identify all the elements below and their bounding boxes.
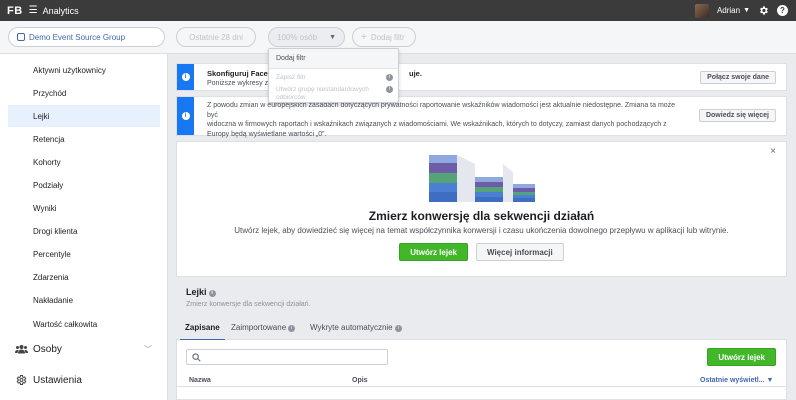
connect-banner-title-end: uje. [409, 69, 422, 78]
funnel-promo-card: × Zmierz konwersję dla sekwencji działań… [176, 141, 787, 277]
funnels-title-text: Lejki [186, 287, 207, 297]
sidebar-section-label: Ustawienia [33, 374, 82, 386]
sidebar-item-retention[interactable]: Retencja [8, 128, 160, 150]
chevron-down-icon[interactable]: ▼ [743, 7, 750, 14]
tab-auto-detected[interactable]: Wykryte automatycznie i [310, 323, 402, 332]
connect-banner-title-start: Skonfiguruj Facebo [207, 69, 278, 78]
dropdown-item-custom-audience[interactable]: Utwórz grupę niestandardowych odbiorców … [276, 86, 393, 102]
settings-gear-svg [16, 375, 27, 385]
gear-icon-svg [760, 6, 768, 15]
info-icon[interactable]: i [208, 290, 216, 297]
main-content: i Skonfiguruj Facebo uje. Poniższe wykre… [168, 54, 796, 400]
info-icon: i [181, 73, 190, 81]
menu-icon[interactable]: ☰ [29, 5, 38, 16]
info-icon: i [288, 325, 296, 332]
close-icon[interactable]: × [770, 146, 776, 157]
add-filter-label: Dodaj filtr [370, 32, 405, 42]
sort-down-icon: ▼ [766, 377, 774, 384]
funnel-illustration [429, 155, 535, 202]
users-percent-label: 100% osób [277, 32, 318, 42]
funnels-section-title: Lejki i [186, 287, 216, 297]
avatar[interactable] [694, 3, 709, 18]
promo-description: Utwórz lejek, aby dowiedzieć się więcej … [234, 226, 729, 235]
privacy-notice-text: Z powodu zmian w europejskich zasadach d… [207, 101, 677, 139]
chevron-down-icon: ﹀ [144, 344, 152, 354]
more-info-button[interactable]: Więcej informacji [475, 243, 564, 261]
people-icon [14, 344, 28, 354]
user-name[interactable]: Adrian [717, 6, 740, 15]
dropdown-item-label: Zapisz filtr [276, 74, 306, 81]
sidebar-item-lifetime-value[interactable]: Wartość całkowita [8, 313, 160, 335]
people-icon-svg [14, 345, 28, 354]
plus-icon: + [361, 31, 367, 43]
create-funnel-table-button[interactable]: Utwórz lejek [707, 348, 776, 366]
column-description[interactable]: Opis [352, 377, 368, 384]
gear-icon[interactable] [758, 5, 769, 16]
promo-title: Zmierz konwersję dla sekwencji działań [368, 209, 595, 223]
search-box [186, 349, 388, 365]
event-source-group-label: Demo Event Source Group [29, 32, 126, 42]
tab-saved[interactable]: Zapisane [180, 323, 225, 341]
tab-imported[interactable]: Zaimportowane i [231, 323, 296, 332]
tab-auto-detected-label: Wykryte automatycznie [310, 323, 393, 332]
sidebar-section-settings[interactable]: Ustawienia [8, 369, 160, 391]
funnels-section-subtitle: Zmierz konwersje dla sekwencji działań. [186, 301, 311, 308]
sidebar-item-events[interactable]: Zdarzenia [8, 266, 160, 288]
info-icon: i [394, 325, 402, 332]
create-funnel-button[interactable]: Utwórz lejek [399, 243, 468, 261]
privacy-notice-line: Europy będą wyświetlane wartości „0”. [207, 130, 327, 138]
gear-icon [14, 374, 28, 386]
info-icon: i [386, 74, 393, 81]
sidebar-section-label: Osoby [33, 343, 62, 355]
sidebar-item-overlap[interactable]: Nakładanie [8, 289, 160, 311]
sidebar-item-breakdowns[interactable]: Podziały [8, 174, 160, 196]
group-icon [17, 33, 25, 41]
sidebar: Aktywni użytkownicy Przychód Lejki Reten… [0, 54, 168, 400]
filter-dropdown-menu: Dodaj filtr Zapisz filtr i Utwórz grupę … [268, 48, 399, 103]
dropdown-item-save-filter[interactable]: Zapisz filtr i [276, 74, 393, 82]
dropdown-item-label: Utwórz grupę niestandardowych odbiorców [276, 86, 369, 101]
search-input[interactable] [205, 352, 385, 362]
info-icon: i [181, 112, 190, 120]
app-title: Analytics [42, 5, 79, 16]
chevron-down-icon: ▼ [329, 33, 336, 41]
column-last-viewed[interactable]: Ostatnie wyświetl... ▼ [700, 377, 773, 384]
search-icon [192, 352, 201, 362]
sidebar-item-active-users[interactable]: Aktywni użytkownicy [8, 59, 160, 81]
column-name[interactable]: Nazwa [189, 377, 211, 384]
date-range-button[interactable]: Ostatnie 28 dni [176, 27, 256, 47]
table-header: Nazwa Opis Ostatnie wyświetl... ▼ [177, 372, 786, 387]
topbar-right: Adrian ▼ ? [694, 0, 788, 21]
connect-data-button[interactable]: Połącz swoje dane [700, 71, 776, 84]
privacy-notice-line: widoczna w firmowych raportach i wskaźni… [207, 121, 667, 128]
add-filter-button[interactable]: + Dodaj filtr [352, 27, 416, 47]
sidebar-item-funnels[interactable]: Lejki [8, 105, 160, 127]
dropdown-header[interactable]: Dodaj filtr [269, 49, 398, 69]
help-icon[interactable]: ? [777, 5, 788, 16]
sidebar-item-percentiles[interactable]: Percentyle [8, 243, 160, 265]
sidebar-section-people[interactable]: Osoby ﹀ [8, 338, 160, 360]
funnels-table-panel: Utwórz lejek Nazwa Opis Ostatnie wyświet… [176, 340, 787, 400]
sidebar-item-cohorts[interactable]: Kohorty [8, 151, 160, 173]
sidebar-item-revenue[interactable]: Przychód [8, 82, 160, 104]
privacy-notice-line: Z powodu zmian w europejskich zasadach d… [207, 102, 676, 119]
info-bar: i [177, 97, 194, 135]
funnels-tabs: Zapisane Zaimportowane i Wykryte automaty… [176, 318, 787, 341]
info-icon: i [386, 86, 393, 93]
sidebar-item-journeys[interactable]: Drogi klienta [8, 220, 160, 242]
event-source-group-selector[interactable]: Demo Event Source Group [8, 27, 165, 47]
sidebar-item-results[interactable]: Wyniki [8, 197, 160, 219]
users-percent-dropdown[interactable]: 100% osób ▼ [268, 27, 345, 47]
connect-banner-title: Skonfiguruj Facebo uje. [207, 69, 422, 79]
column-last-viewed-label: Ostatnie wyświetl... [700, 377, 765, 384]
top-bar: FB ☰ Analytics Adrian ▼ ? [0, 0, 796, 21]
promo-buttons: Utwórz lejek Więcej informacji [177, 243, 786, 261]
info-bar: i [177, 64, 194, 90]
connect-banner-text: Poniższe wykresy z [207, 80, 269, 87]
learn-more-button[interactable]: Dowiedz się więcej [698, 109, 776, 122]
app-logo[interactable]: FB [7, 5, 23, 17]
tab-imported-label: Zaimportowane [231, 323, 287, 332]
